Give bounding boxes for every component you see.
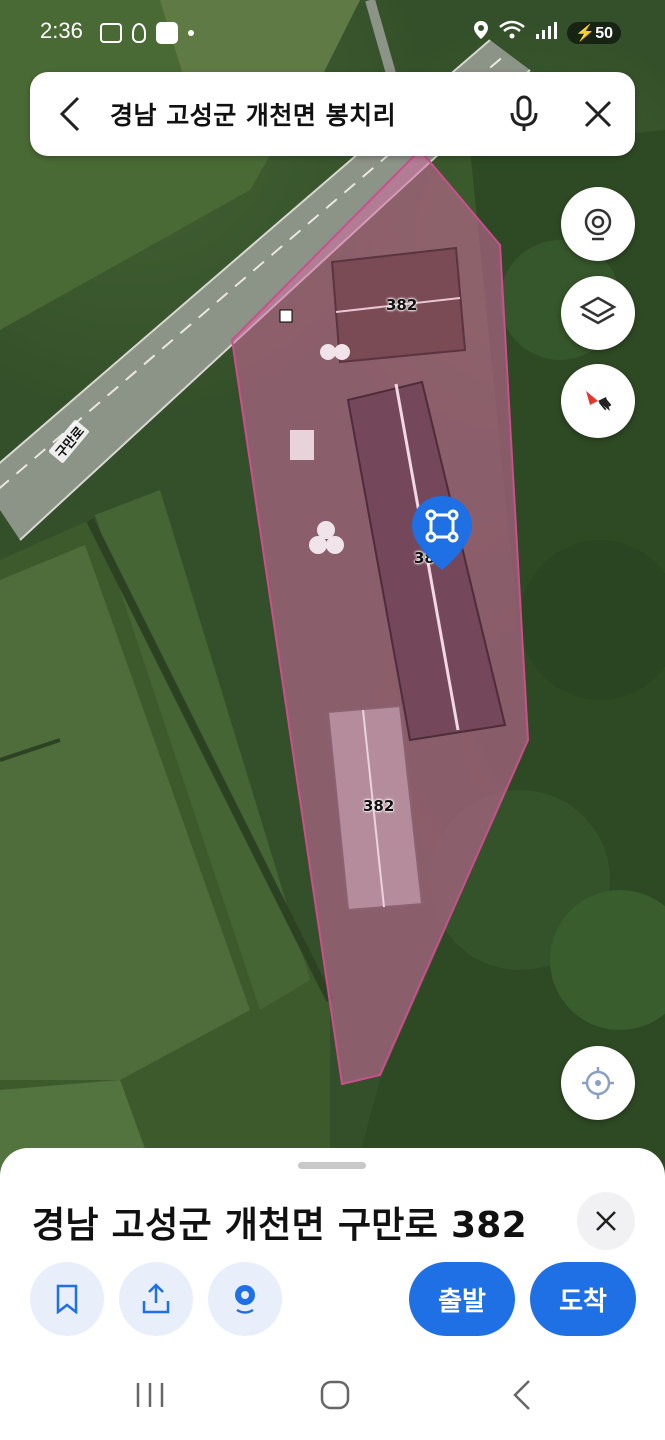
bookmark-button[interactable] (30, 1262, 104, 1336)
depart-button[interactable]: 출발 (409, 1262, 515, 1336)
clear-search-button[interactable] (561, 72, 635, 156)
bookmark-icon (56, 1284, 78, 1314)
roadview-icon (235, 1285, 255, 1314)
recent-apps-button[interactable] (120, 1372, 180, 1418)
close-icon (596, 1211, 616, 1231)
close-sheet-button[interactable] (577, 1192, 635, 1250)
battery-icon: ⚡ (575, 24, 596, 42)
screenshot-icon (100, 23, 122, 43)
location-pin[interactable] (410, 494, 474, 574)
signal-icon (535, 20, 558, 45)
system-navigation-bar (0, 1350, 665, 1440)
home-button[interactable] (305, 1372, 365, 1418)
home-icon (320, 1380, 350, 1410)
layers-icon (579, 296, 617, 325)
compass-button[interactable]: N (561, 364, 635, 438)
back-icon (513, 1380, 530, 1410)
battery-level: 50 (595, 24, 613, 42)
back-nav-button[interactable] (492, 1372, 552, 1418)
compass-icon: N (586, 391, 614, 413)
street-view-icon (584, 208, 612, 241)
dot-icon (188, 30, 194, 36)
layers-button[interactable] (561, 276, 635, 350)
search-input[interactable]: 경남 고성군 개천면 봉치리 (110, 96, 487, 132)
place-address: 경남 고성군 개천면 구만로 382 (32, 1205, 527, 1246)
share-icon (142, 1283, 170, 1314)
my-location-button[interactable] (561, 1046, 635, 1120)
close-icon (584, 100, 612, 128)
map-view[interactable]: 구만로 382 38 382 (0, 0, 665, 1190)
parcel-number-label: 382 (363, 797, 395, 815)
gesture-icon (132, 23, 146, 43)
location-icon (473, 20, 489, 45)
back-button[interactable] (30, 72, 110, 156)
satellite-imagery (0, 0, 665, 1190)
search-bar[interactable]: 경남 고성군 개천면 봉치리 (30, 72, 635, 156)
battery-indicator: ⚡50 (567, 21, 621, 44)
svg-text:N: N (596, 394, 614, 413)
chevron-left-icon (59, 96, 80, 132)
voice-search-button[interactable] (487, 72, 561, 156)
roadview-button[interactable] (208, 1262, 282, 1336)
my-location-icon (582, 1067, 614, 1099)
arrive-button[interactable]: 도착 (530, 1262, 636, 1336)
sheet-drag-handle[interactable] (298, 1162, 366, 1169)
app-icon (156, 22, 178, 44)
microphone-icon (510, 95, 538, 131)
wifi-icon (499, 20, 526, 45)
parcel-number-label: 382 (386, 296, 418, 314)
status-time: 2:36 (40, 18, 83, 43)
status-bar: 2:36 ⚡50 (0, 0, 665, 70)
street-view-button[interactable] (561, 187, 635, 261)
share-button[interactable] (119, 1262, 193, 1336)
recent-apps-icon (136, 1383, 164, 1407)
